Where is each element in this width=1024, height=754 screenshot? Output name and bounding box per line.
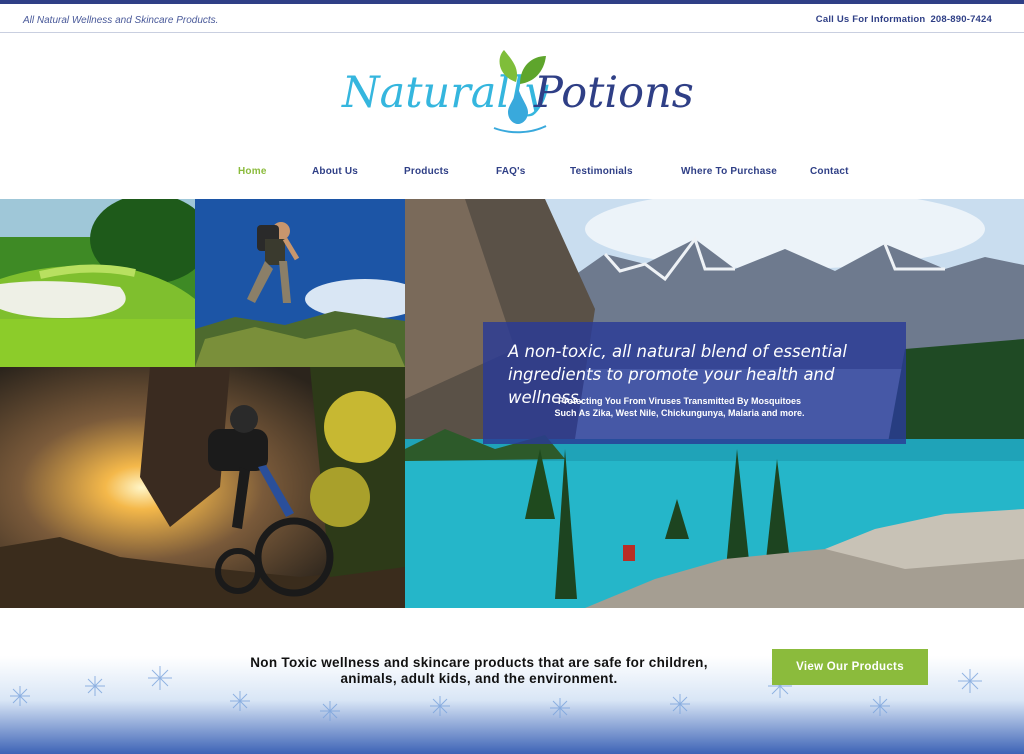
bottom-message-line1: Non Toxic wellness and skincare products…	[250, 655, 708, 670]
golf-course-image	[0, 199, 195, 367]
nav-contact[interactable]: Contact	[810, 166, 849, 177]
logo-word-potions: Potions	[534, 68, 694, 118]
nav-faqs[interactable]: FAQ's	[496, 166, 526, 177]
hero-collage: A non-toxic, all natural blend of essent…	[0, 199, 1024, 608]
top-info-bar: All Natural Wellness and Skincare Produc…	[0, 4, 1024, 33]
site-logo[interactable]: Naturally Potions	[340, 46, 694, 138]
nav-about-us[interactable]: About Us	[312, 166, 358, 177]
call-us-label: Call Us For Information	[815, 14, 926, 25]
nav-home[interactable]: Home	[238, 166, 267, 177]
hero-subtext-line1: Protecting You From Viruses Transmitted …	[557, 396, 802, 406]
hero-subtext-line2: Such As Zika, West Nile, Chickungunya, M…	[554, 408, 805, 418]
bottom-message: Non Toxic wellness and skincare products…	[200, 655, 758, 687]
site-tagline: All Natural Wellness and Skincare Produc…	[23, 15, 219, 26]
bottom-message-line2: animals, adult kids, and the environment…	[340, 671, 618, 686]
nav-where-to-purchase[interactable]: Where To Purchase	[681, 166, 777, 177]
nav-testimonials[interactable]: Testimonials	[570, 166, 633, 177]
nav-products[interactable]: Products	[404, 166, 449, 177]
hiker-image	[195, 199, 405, 367]
bottom-callout: Non Toxic wellness and skincare products…	[0, 608, 1024, 754]
mountain-biker-image	[0, 367, 405, 608]
main-navigation: Home About Us Products FAQ's Testimonial…	[0, 163, 1024, 183]
call-us-info: Call Us For Information 208-890-7424	[816, 14, 992, 25]
hero-subtext: Protecting You From Viruses Transmitted …	[483, 395, 876, 419]
hero-message-panel: A non-toxic, all natural blend of essent…	[483, 322, 906, 444]
phone-number-link[interactable]: 208-890-7424	[930, 14, 992, 25]
view-products-button[interactable]: View Our Products	[772, 649, 928, 685]
